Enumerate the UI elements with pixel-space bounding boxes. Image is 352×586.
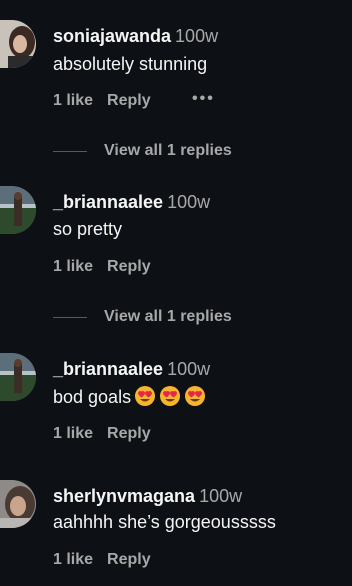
avatar[interactable] [0, 20, 36, 68]
timestamp: 100w [199, 486, 243, 506]
view-replies-label: View all 1 replies [104, 142, 232, 159]
username[interactable]: _briannaalee [53, 359, 163, 379]
comment-text: so pretty [53, 219, 123, 239]
timestamp: 100w [175, 26, 219, 46]
more-options-icon[interactable]: ••• [192, 89, 215, 109]
comment-text: bod goals [53, 385, 206, 408]
reply-button[interactable]: Reply [107, 258, 151, 275]
username[interactable]: sherlynvmagana [53, 486, 195, 506]
username[interactable]: _briannaalee [53, 192, 163, 212]
heart-eyes-emoji-icon [134, 385, 156, 407]
like-count[interactable]: 1 like [53, 258, 93, 275]
comment-text: aahhhh she’s gorgeousssss [53, 512, 276, 532]
heart-eyes-emoji-icon [184, 385, 206, 407]
view-replies-label: View all 1 replies [104, 308, 232, 325]
replies-divider [53, 150, 87, 152]
avatar[interactable] [0, 186, 36, 234]
avatar[interactable] [0, 480, 36, 528]
reply-button[interactable]: Reply [107, 92, 151, 109]
reply-button[interactable]: Reply [107, 551, 151, 568]
comment-text: absolutely stunning [53, 54, 208, 74]
comment-item: soniajawanda 100w absolutely stunning 1 l… [0, 0, 352, 159]
view-replies-button[interactable]: View all 1 replies [53, 141, 232, 161]
view-replies-button[interactable]: View all 1 replies [53, 307, 232, 327]
timestamp: 100w [167, 192, 211, 212]
like-count[interactable]: 1 like [53, 425, 93, 442]
like-count[interactable]: 1 like [53, 92, 93, 109]
timestamp: 100w [167, 359, 211, 379]
comment-text-content: bod goals [53, 387, 132, 407]
replies-divider [53, 316, 87, 318]
avatar[interactable] [0, 353, 36, 401]
username[interactable]: soniajawanda [53, 26, 171, 46]
reply-button[interactable]: Reply [107, 425, 151, 442]
like-count[interactable]: 1 like [53, 551, 93, 568]
heart-eyes-emoji-icon [159, 385, 181, 407]
